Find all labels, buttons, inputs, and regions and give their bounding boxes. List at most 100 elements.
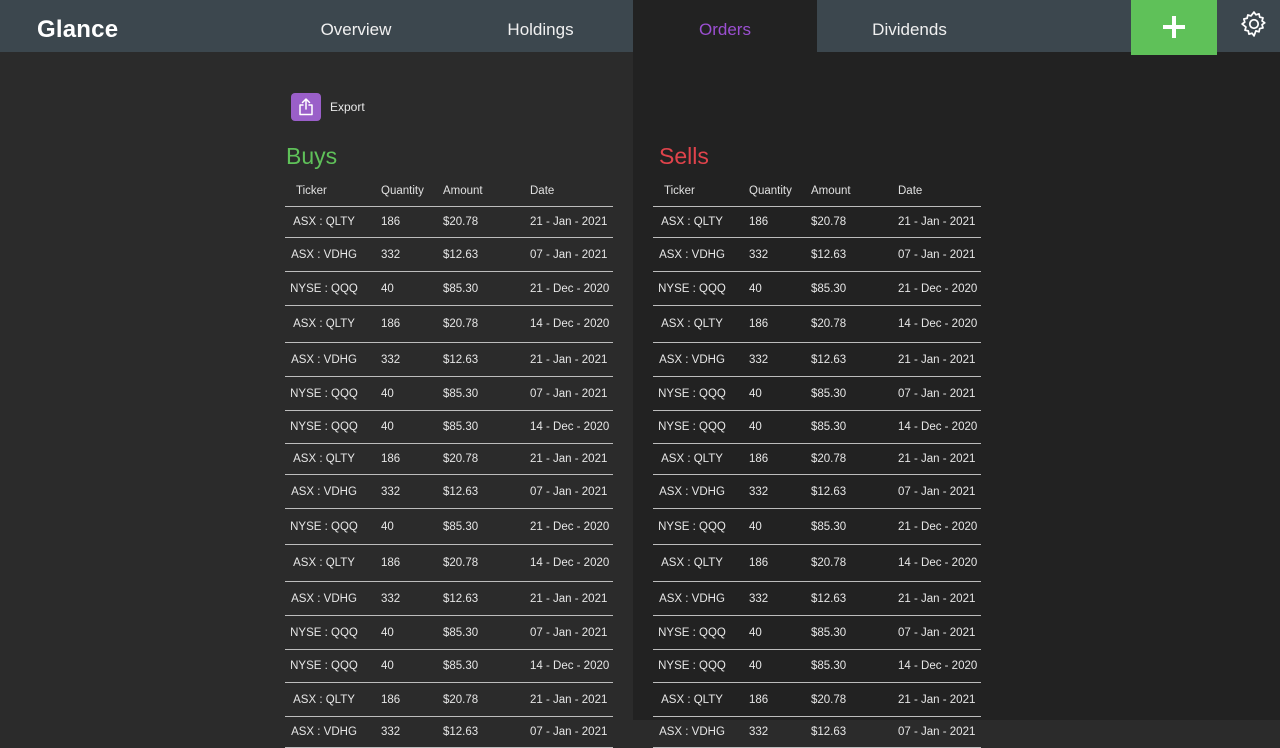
header-amount: Amount	[811, 185, 851, 197]
row-quantity: 332	[749, 726, 769, 738]
row-amount: $85.30	[811, 421, 847, 433]
row-ticker: NYSE : QQQ	[290, 387, 358, 400]
table-row[interactable]: ASX : QLTY 186 $20.78 21 - Jan - 2021	[285, 683, 613, 717]
table-row[interactable]: NYSE : QQQ 40 $85.30 21 - Dec - 2020	[653, 272, 981, 306]
row-quantity: 332	[749, 485, 769, 498]
table-row[interactable]: NYSE : QQQ 40 $85.30 07 - Jan - 2021	[285, 616, 613, 650]
sells-rows: ASX : QLTY 186 $20.78 21 - Jan - 2021 ASX : …	[653, 207, 981, 748]
table-row[interactable]: NYSE : QQQ 40 $85.30 07 - Jan - 2021	[653, 616, 981, 650]
row-date: 07 - Jan - 2021	[530, 626, 608, 639]
row-amount: $12.63	[811, 353, 847, 366]
row-amount: $12.63	[811, 592, 847, 605]
tab-overview[interactable]: Overview	[264, 0, 448, 52]
row-amount: $20.78	[811, 216, 847, 228]
table-row[interactable]: NYSE : QQQ 40 $85.30 21 - Dec - 2020	[285, 272, 613, 306]
row-ticker: NYSE : QQQ	[290, 660, 358, 672]
row-ticker: NYSE : QQQ	[658, 626, 726, 639]
row-ticker: ASX : VDHG	[291, 485, 357, 498]
table-row[interactable]: NYSE : QQQ 40 $85.30 14 - Dec - 2020	[653, 411, 981, 444]
row-date: 21 - Dec - 2020	[898, 282, 978, 295]
row-date: 21 - Dec - 2020	[898, 520, 978, 533]
table-row[interactable]: ASX : QLTY 186 $20.78 21 - Jan - 2021	[285, 444, 613, 475]
row-date: 21 - Jan - 2021	[898, 453, 976, 465]
row-amount: $12.63	[811, 248, 847, 261]
row-quantity: 332	[381, 248, 401, 261]
table-row[interactable]: ASX : QLTY 186 $20.78 21 - Jan - 2021	[653, 444, 981, 475]
table-row[interactable]: ASX : VDHG 332 $12.63 07 - Jan - 2021	[653, 238, 981, 272]
row-ticker: ASX : QLTY	[293, 557, 355, 569]
table-row[interactable]: ASX : QLTY 186 $20.78 14 - Dec - 2020	[653, 545, 981, 582]
row-quantity: 332	[381, 485, 401, 498]
table-row[interactable]: ASX : VDHG 332 $12.63 21 - Jan - 2021	[285, 343, 613, 377]
table-row[interactable]: NYSE : QQQ 40 $85.30 21 - Dec - 2020	[653, 509, 981, 545]
table-row[interactable]: ASX : VDHG 332 $12.63 21 - Jan - 2021	[653, 343, 981, 377]
row-quantity: 40	[749, 626, 762, 639]
row-quantity: 40	[749, 387, 762, 400]
row-amount: $20.78	[443, 693, 479, 706]
row-ticker: ASX : QLTY	[293, 693, 355, 706]
row-date: 21 - Jan - 2021	[530, 592, 608, 605]
table-row[interactable]: ASX : QLTY 186 $20.78 14 - Dec - 2020	[285, 306, 613, 343]
row-ticker: ASX : VDHG	[659, 485, 725, 498]
share-export-icon	[299, 98, 313, 116]
row-date: 21 - Jan - 2021	[898, 592, 976, 605]
row-quantity: 332	[381, 726, 401, 738]
tab-orders[interactable]: Orders	[633, 0, 817, 52]
export-button[interactable]	[291, 93, 321, 121]
row-quantity: 186	[749, 557, 769, 569]
table-row[interactable]: ASX : VDHG 332 $12.63 21 - Jan - 2021	[285, 582, 613, 616]
row-quantity: 186	[749, 453, 769, 465]
add-order-button[interactable]	[1131, 0, 1217, 55]
table-row[interactable]: ASX : VDHG 332 $12.63 07 - Jan - 2021	[653, 717, 981, 748]
row-amount: $85.30	[443, 626, 479, 639]
table-row[interactable]: NYSE : QQQ 40 $85.30 07 - Jan - 2021	[653, 377, 981, 411]
table-row[interactable]: ASX : VDHG 332 $12.63 07 - Jan - 2021	[285, 238, 613, 272]
row-date: 21 - Jan - 2021	[530, 353, 608, 366]
table-row[interactable]: ASX : QLTY 186 $20.78 14 - Dec - 2020	[653, 306, 981, 343]
row-ticker: NYSE : QQQ	[290, 626, 358, 639]
row-quantity: 40	[381, 520, 394, 533]
row-amount: $20.78	[811, 693, 847, 706]
row-amount: $20.78	[811, 557, 847, 569]
row-amount: $85.30	[443, 421, 479, 433]
tab-holdings[interactable]: Holdings	[448, 0, 633, 52]
row-ticker: ASX : QLTY	[661, 557, 723, 569]
table-row[interactable]: ASX : QLTY 186 $20.78 21 - Jan - 2021	[653, 683, 981, 717]
tab-dividends[interactable]: Dividends	[817, 0, 1002, 52]
gear-icon	[1241, 11, 1266, 37]
row-date: 07 - Jan - 2021	[530, 485, 608, 498]
row-quantity: 332	[381, 353, 401, 366]
table-row[interactable]: ASX : VDHG 332 $12.63 07 - Jan - 2021	[285, 717, 613, 748]
settings-button[interactable]	[1240, 10, 1268, 38]
table-row[interactable]: ASX : VDHG 332 $12.63 07 - Jan - 2021	[285, 475, 613, 509]
table-row[interactable]: NYSE : QQQ 40 $85.30 21 - Dec - 2020	[285, 509, 613, 545]
plus-icon	[1163, 16, 1185, 38]
row-date: 07 - Jan - 2021	[530, 726, 608, 738]
buys-table: Ticker Quantity Amount Date ASX : QLTY 18…	[285, 178, 613, 748]
table-row[interactable]: ASX : VDHG 332 $12.63 21 - Jan - 2021	[653, 582, 981, 616]
row-amount: $12.63	[811, 485, 847, 498]
table-row[interactable]: NYSE : QQQ 40 $85.30 14 - Dec - 2020	[285, 411, 613, 444]
row-date: 21 - Dec - 2020	[530, 282, 610, 295]
row-quantity: 186	[381, 693, 401, 706]
row-date: 14 - Dec - 2020	[530, 421, 610, 433]
table-row[interactable]: NYSE : QQQ 40 $85.30 07 - Jan - 2021	[285, 377, 613, 411]
row-quantity: 186	[749, 318, 769, 330]
top-navigation-bar: Glance Overview Holdings Orders Dividend…	[0, 0, 1280, 55]
row-quantity: 40	[381, 421, 394, 433]
table-row[interactable]: ASX : VDHG 332 $12.63 07 - Jan - 2021	[653, 475, 981, 509]
row-ticker: NYSE : QQQ	[290, 520, 358, 533]
row-quantity: 332	[749, 353, 769, 366]
buys-table-header: Ticker Quantity Amount Date	[285, 178, 613, 207]
row-quantity: 186	[381, 557, 401, 569]
table-row[interactable]: ASX : QLTY 186 $20.78 21 - Jan - 2021	[285, 207, 613, 238]
row-ticker: NYSE : QQQ	[658, 387, 726, 400]
export-label[interactable]: Export	[330, 100, 365, 114]
table-row[interactable]: ASX : QLTY 186 $20.78 21 - Jan - 2021	[653, 207, 981, 238]
table-row[interactable]: ASX : QLTY 186 $20.78 14 - Dec - 2020	[285, 545, 613, 582]
header-quantity: Quantity	[381, 185, 424, 197]
row-amount: $12.63	[443, 485, 479, 498]
table-row[interactable]: NYSE : QQQ 40 $85.30 14 - Dec - 2020	[653, 650, 981, 683]
row-quantity: 40	[381, 626, 394, 639]
table-row[interactable]: NYSE : QQQ 40 $85.30 14 - Dec - 2020	[285, 650, 613, 683]
